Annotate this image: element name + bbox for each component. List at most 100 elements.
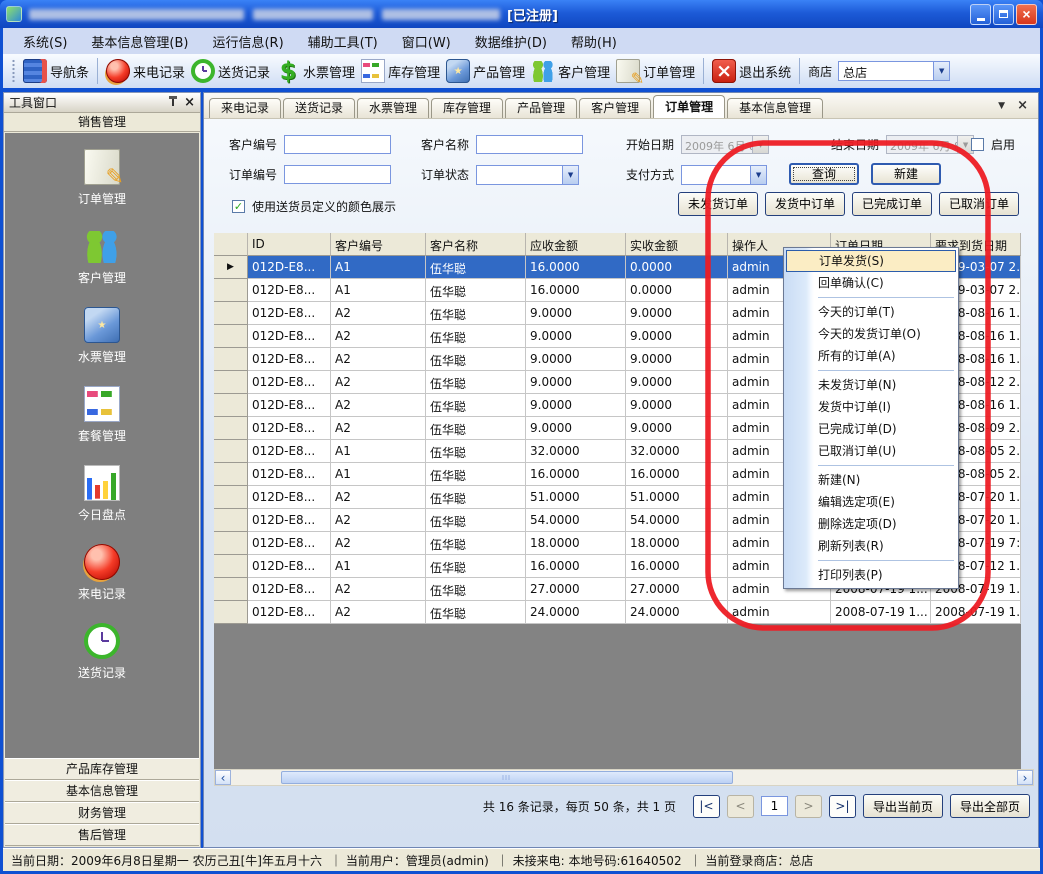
new-button[interactable]: 新建 xyxy=(871,163,941,185)
menubar-item[interactable]: 数据维护(D) xyxy=(465,29,557,54)
context-menu-item[interactable]: 今天的订单(T) xyxy=(786,301,956,323)
header-received[interactable]: 实收金额 xyxy=(626,233,728,256)
context-menu-item[interactable]: 编辑选定项(E) xyxy=(786,491,956,513)
customer-name-input[interactable] xyxy=(476,135,583,154)
row-selector[interactable] xyxy=(214,486,248,509)
sidebar-item[interactable]: 套餐管理 xyxy=(78,386,126,444)
tab[interactable]: 库存管理 xyxy=(431,98,503,118)
context-menu-item[interactable]: 未发货订单(N) xyxy=(786,374,956,396)
menubar-item[interactable]: 系统(S) xyxy=(13,29,77,54)
row-selector[interactable] xyxy=(214,325,248,348)
toolbar-button[interactable]: 来电记录 xyxy=(103,57,188,85)
export-all-pages-button[interactable]: 导出全部页 xyxy=(950,794,1030,818)
toolbar-button[interactable]: 订单管理 xyxy=(613,57,698,85)
header-receivable[interactable]: 应收金额 xyxy=(526,233,626,256)
toolbar-button[interactable]: 送货记录 xyxy=(188,57,273,85)
chevron-down-icon[interactable]: ▼ xyxy=(933,62,949,80)
context-menu-item[interactable]: 已完成订单(D) xyxy=(786,418,956,440)
next-page-button[interactable]: > xyxy=(795,795,822,818)
context-menu-item[interactable]: 刷新列表(R) xyxy=(786,535,956,557)
row-selector[interactable] xyxy=(214,578,248,601)
color-display-checkbox[interactable]: ✓ xyxy=(232,200,245,213)
toolbar-button[interactable]: 客户管理 xyxy=(528,57,613,85)
sidebar-item[interactable]: 今日盘点 xyxy=(78,465,126,523)
row-selector[interactable] xyxy=(214,509,248,532)
toolbar-button[interactable]: 水票管理 xyxy=(273,57,358,85)
header-customer-name[interactable]: 客户名称 xyxy=(426,233,526,256)
scrollbar-thumb[interactable] xyxy=(281,771,733,784)
context-menu-item[interactable]: 已取消订单(U) xyxy=(786,440,956,462)
context-menu-item[interactable]: 新建(N) xyxy=(786,469,956,491)
scroll-right-icon[interactable]: › xyxy=(1017,770,1033,785)
sidebar-item[interactable]: 水票管理 xyxy=(78,307,126,365)
row-selector[interactable] xyxy=(214,394,248,417)
menubar-item[interactable]: 基本信息管理(B) xyxy=(81,29,198,54)
exit-system-button[interactable]: 退出系统 xyxy=(709,57,794,85)
scroll-left-icon[interactable]: ‹ xyxy=(215,770,231,785)
row-selector[interactable] xyxy=(214,463,248,486)
row-selector[interactable] xyxy=(214,601,248,624)
order-status-filter-button[interactable]: 已取消订单 xyxy=(939,192,1019,216)
tab[interactable]: 基本信息管理 xyxy=(727,98,823,118)
table-row[interactable]: 012D-E8... A2 伍华聪 24.0000 24.0000 admin … xyxy=(214,601,1021,624)
tab[interactable]: 订单管理 xyxy=(653,95,725,118)
context-menu-item[interactable]: 打印列表(P) xyxy=(786,564,956,586)
export-current-page-button[interactable]: 导出当前页 xyxy=(863,794,943,818)
row-selector[interactable]: ▶ xyxy=(214,256,248,279)
sidebar-section-sales[interactable]: 销售管理 xyxy=(4,113,200,132)
sidebar-section-button[interactable]: 售后管理 xyxy=(5,824,199,846)
order-no-input[interactable] xyxy=(284,165,391,184)
start-date-picker[interactable]: 2009年 6月 8日 ▼ xyxy=(681,135,769,154)
chevron-down-icon[interactable]: ▼ xyxy=(750,166,766,184)
context-menu-item[interactable]: 所有的订单(A) xyxy=(786,345,956,367)
context-menu-item[interactable]: 回单确认(C) xyxy=(786,272,956,294)
chevron-down-icon[interactable]: ▼ xyxy=(562,166,578,184)
toolbar-nav-button[interactable]: 导航条 xyxy=(20,57,92,85)
tab[interactable]: 来电记录 xyxy=(209,98,281,118)
pin-icon[interactable] xyxy=(168,96,178,109)
sidebar-section-button[interactable]: 基本信息管理 xyxy=(5,780,199,802)
order-status-filter-button[interactable]: 未发货订单 xyxy=(678,192,758,216)
enable-checkbox[interactable] xyxy=(971,138,984,151)
maximize-button[interactable] xyxy=(993,4,1014,25)
sidebar-close-icon[interactable]: × xyxy=(184,96,195,109)
page-number-input[interactable] xyxy=(761,796,788,816)
tab-dropdown-icon[interactable]: ▼ xyxy=(998,101,1005,111)
close-button[interactable]: × xyxy=(1016,4,1037,25)
end-date-picker[interactable]: 2009年 6月 8日 ▼ xyxy=(886,135,974,154)
context-menu-item[interactable]: 删除选定项(D) xyxy=(786,513,956,535)
sidebar-section-button[interactable]: 产品库存管理 xyxy=(5,758,199,780)
pay-method-select[interactable]: ▼ xyxy=(681,165,767,185)
menubar-item[interactable]: 运行信息(R) xyxy=(202,29,293,54)
tab[interactable]: 产品管理 xyxy=(505,98,577,118)
row-selector[interactable] xyxy=(214,555,248,578)
row-selector[interactable] xyxy=(214,348,248,371)
prev-page-button[interactable]: < xyxy=(727,795,754,818)
first-page-button[interactable]: |< xyxy=(693,795,720,818)
shop-select[interactable]: 总店 ▼ xyxy=(838,61,950,81)
row-selector[interactable] xyxy=(214,279,248,302)
order-status-filter-button[interactable]: 已完成订单 xyxy=(852,192,932,216)
menubar-item[interactable]: 帮助(H) xyxy=(561,29,627,54)
toolbar-button[interactable]: 产品管理 xyxy=(443,57,528,85)
row-selector[interactable] xyxy=(214,532,248,555)
order-status-select[interactable]: ▼ xyxy=(476,165,579,185)
sidebar-item[interactable]: 来电记录 xyxy=(78,544,126,602)
context-menu-item[interactable]: 订单发货(S) xyxy=(786,250,956,272)
sidebar-item[interactable]: 订单管理 xyxy=(78,149,126,207)
tab[interactable]: 水票管理 xyxy=(357,98,429,118)
row-selector[interactable] xyxy=(214,302,248,325)
sidebar-section-button[interactable]: 财务管理 xyxy=(5,802,199,824)
menubar-item[interactable]: 窗口(W) xyxy=(392,29,461,54)
sidebar-item[interactable]: 客户管理 xyxy=(78,228,126,286)
row-selector[interactable] xyxy=(214,440,248,463)
last-page-button[interactable]: >| xyxy=(829,795,856,818)
horizontal-scrollbar[interactable]: ‹ › xyxy=(214,769,1034,786)
header-id[interactable]: ID xyxy=(248,233,331,256)
header-customer-no[interactable]: 客户编号 xyxy=(331,233,426,256)
customer-no-input[interactable] xyxy=(284,135,391,154)
query-button[interactable]: 查询 xyxy=(789,163,859,185)
row-selector[interactable] xyxy=(214,371,248,394)
row-selector[interactable] xyxy=(214,417,248,440)
menubar-item[interactable]: 辅助工具(T) xyxy=(298,29,388,54)
